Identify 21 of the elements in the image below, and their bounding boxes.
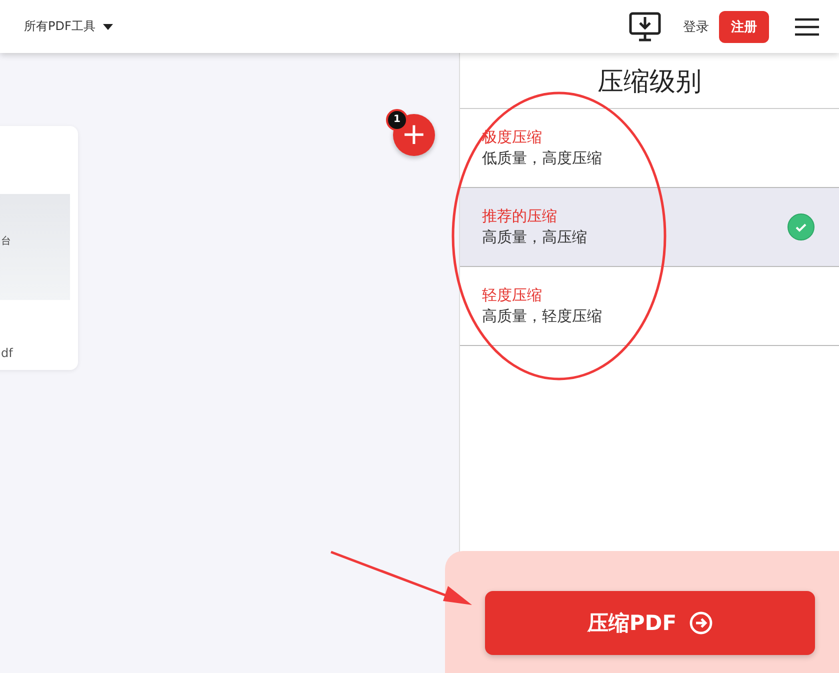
option-title: 推荐的压缩 [482, 207, 558, 226]
arrow-right-icon [688, 611, 713, 635]
option-description: 高质量，高压缩 [482, 228, 587, 247]
file-thumbnail: 台 [0, 194, 70, 300]
menu-icon[interactable] [795, 18, 819, 36]
desktop-download-icon[interactable] [629, 12, 661, 42]
option-description: 低质量，高度压缩 [482, 149, 602, 168]
option-title: 轻度压缩 [482, 286, 543, 305]
login-link[interactable]: 登录 [683, 18, 709, 36]
compression-option[interactable]: 推荐的压缩 高质量，高压缩 [460, 188, 839, 267]
compression-option[interactable]: 轻度压缩 高质量，轻度压缩 [460, 267, 839, 346]
check-icon [787, 213, 815, 241]
register-button[interactable]: 注册 [719, 10, 769, 42]
compress-button[interactable]: 压缩PDF [485, 591, 815, 655]
panel-title: 压缩级别 [460, 53, 839, 109]
file-name: df [1, 346, 13, 360]
option-description: 高质量，轻度压缩 [482, 307, 602, 326]
caret-icon [103, 24, 114, 30]
file-card[interactable]: 台 df [0, 126, 78, 370]
file-count-badge: 1 [386, 109, 408, 131]
tools-menu[interactable]: 所有PDF工具 [24, 18, 114, 35]
